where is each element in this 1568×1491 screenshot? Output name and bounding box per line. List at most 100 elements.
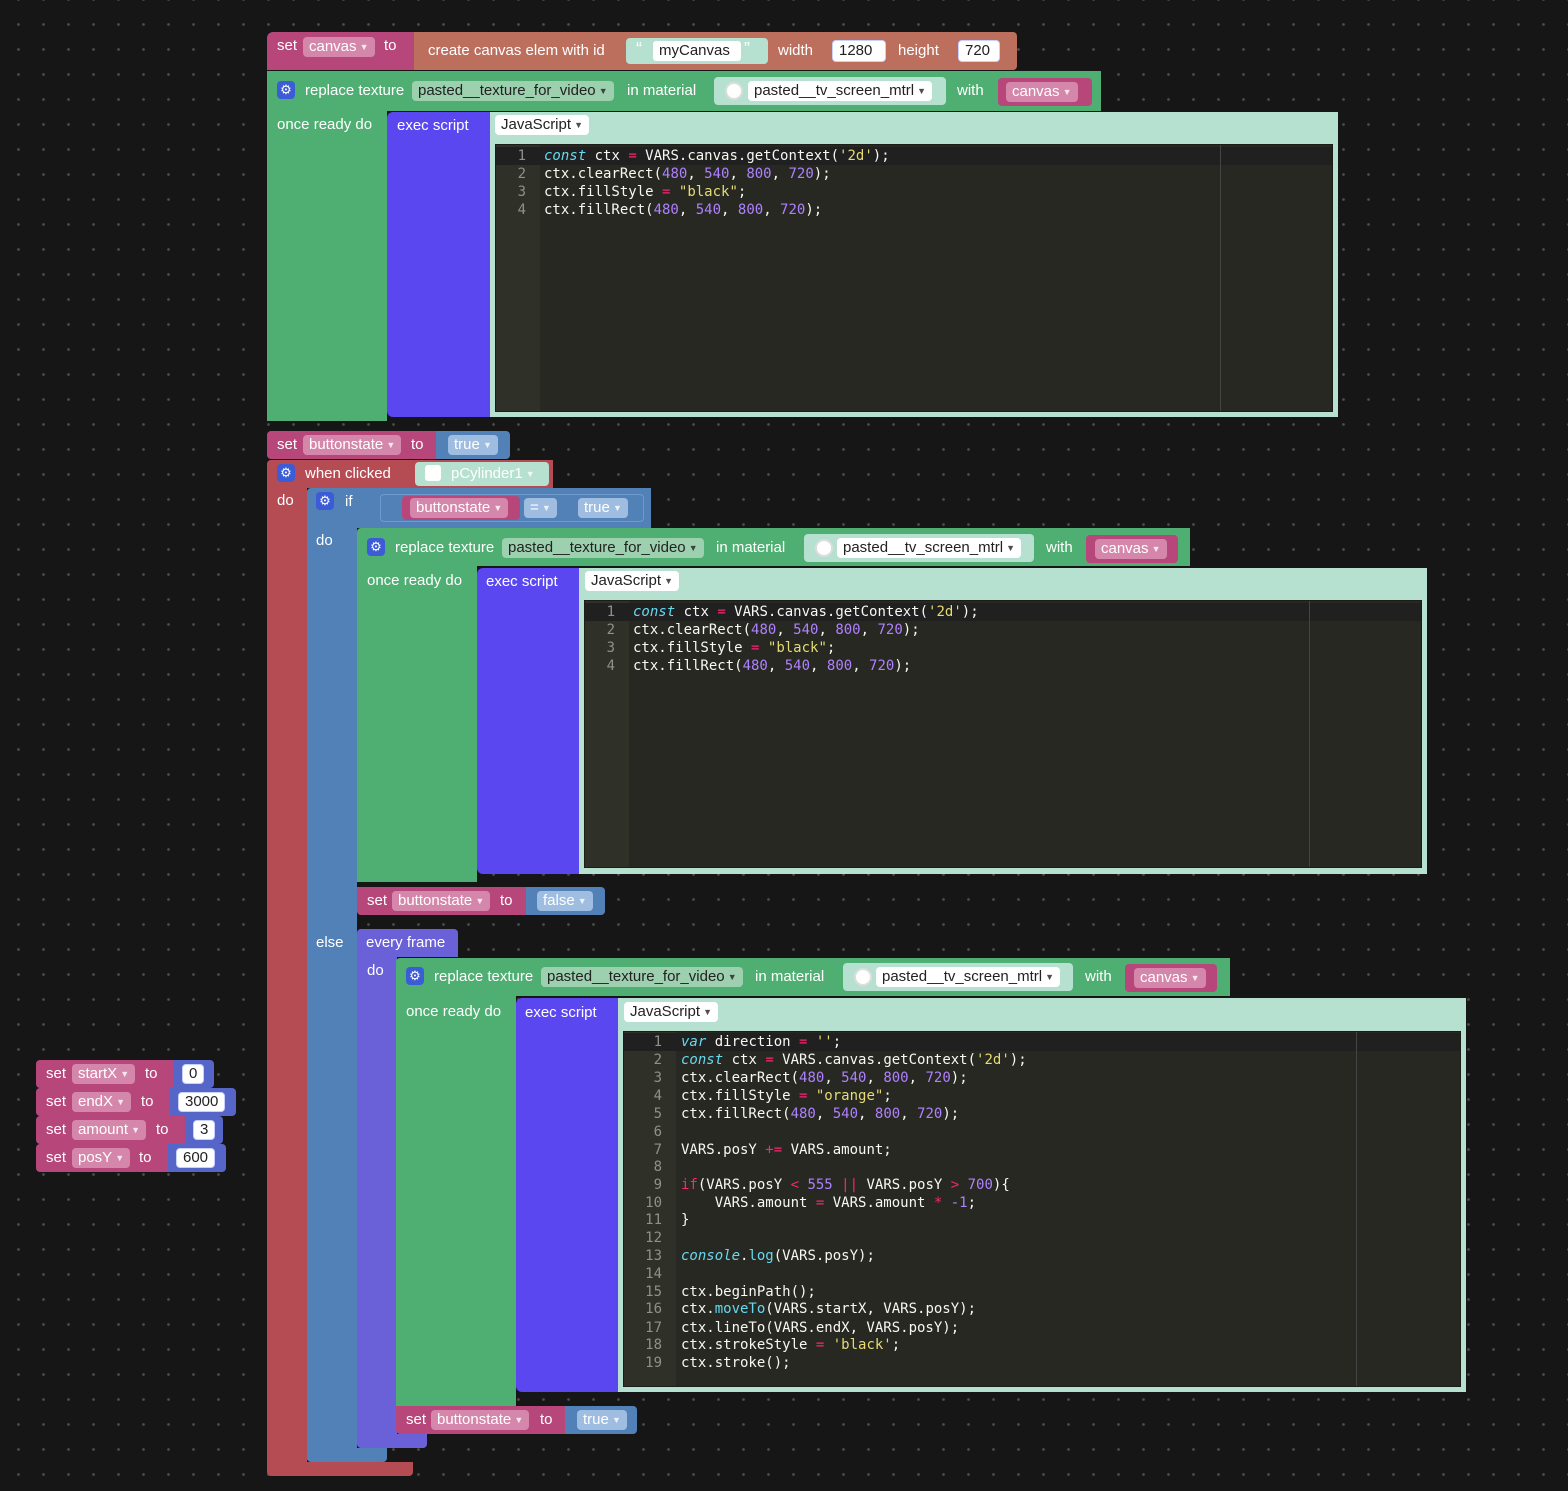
open-quote-icon: “: [636, 39, 642, 59]
canvas-arg-dropdown[interactable]: canvas ▼: [1006, 82, 1078, 102]
code-line[interactable]: ctx.strokeStyle = 'black';: [681, 1336, 900, 1354]
gear-icon[interactable]: ⚙: [406, 967, 424, 985]
to-label: to: [139, 1149, 152, 1166]
language-dropdown[interactable]: JavaScript ▼: [495, 115, 590, 135]
to-label: to: [411, 436, 424, 453]
material-label: pasted__tv_screen_mtrl: [754, 82, 915, 99]
chevron-down-icon: ▼: [727, 972, 737, 982]
buttonstate-dropdown[interactable]: buttonstate ▼: [303, 435, 402, 455]
code-line[interactable]: const ctx = VARS.canvas.getContext('2d')…: [544, 147, 890, 165]
texture-dropdown[interactable]: pasted__texture_for_video ▼: [412, 81, 614, 101]
code-line[interactable]: ctx.clearRect(480, 540, 800, 720);: [681, 1069, 968, 1087]
buttonstate-dropdown[interactable]: buttonstate ▼: [431, 1410, 530, 1430]
exec-script-block-3[interactable]: [516, 998, 626, 1392]
set-label: set: [277, 37, 298, 54]
gear-icon[interactable]: ⚙: [367, 538, 385, 556]
code-line[interactable]: }: [681, 1211, 689, 1229]
material-dropdown[interactable]: pasted__tv_screen_mtrl ▼: [876, 967, 1061, 987]
chevron-down-icon: ▼: [131, 1125, 141, 1135]
do-label: do: [277, 492, 294, 509]
material-dropdown[interactable]: pasted__tv_screen_mtrl ▼: [748, 81, 933, 101]
bool-dropdown[interactable]: true ▼: [577, 1410, 627, 1430]
if-label: if: [345, 493, 353, 510]
every-frame-footer: [357, 1434, 427, 1448]
code-line[interactable]: const ctx = VARS.canvas.getContext('2d')…: [681, 1051, 1027, 1069]
code-line[interactable]: ctx.fillRect(480, 540, 800, 720);: [633, 657, 911, 675]
code-line[interactable]: console.log(VARS.posY);: [681, 1247, 875, 1265]
compare-val-dropdown[interactable]: true ▼: [578, 498, 628, 518]
code-line[interactable]: ctx.stroke();: [681, 1354, 791, 1372]
code-line[interactable]: VARS.amount = VARS.amount * -1;: [681, 1194, 976, 1212]
chevron-down-icon: ▼: [541, 503, 551, 513]
code-line[interactable]: ctx.fillStyle = "black";: [633, 639, 835, 657]
exec-script-block-2[interactable]: [477, 568, 587, 874]
number-value[interactable]: 3: [193, 1120, 216, 1140]
every-frame-do-label: do: [367, 962, 384, 979]
line-number: 19: [645, 1355, 662, 1371]
bool-dropdown[interactable]: false ▼: [537, 891, 593, 911]
canvas-arg-dropdown[interactable]: canvas ▼: [1134, 968, 1206, 988]
gear-icon[interactable]: ⚙: [277, 81, 295, 99]
code-line[interactable]: ctx.clearRect(480, 540, 800, 720);: [633, 621, 920, 639]
exec-script-block-1[interactable]: [387, 112, 497, 417]
code-line[interactable]: ctx.fillStyle = "orange";: [681, 1087, 892, 1105]
texture-dropdown[interactable]: pasted__texture_for_video ▼: [502, 538, 704, 558]
code-line[interactable]: ctx.moveTo(VARS.startX, VARS.posY);: [681, 1300, 976, 1318]
height-number[interactable]: 720: [958, 40, 1000, 62]
code-line[interactable]: if(VARS.posY < 555 || VARS.posY > 700){: [681, 1176, 1010, 1194]
width-number[interactable]: 1280: [832, 40, 886, 62]
language-dropdown[interactable]: JavaScript ▼: [624, 1002, 719, 1022]
number-value[interactable]: 0: [182, 1064, 205, 1084]
code-editor-3[interactable]: 1 2 3 4 5 6 7 8 9 10 11 12 13 14 15 16 17 18 19 var direct…: [623, 1031, 1461, 1387]
object-dropdown[interactable]: pCylinder1 ▼: [445, 464, 541, 484]
bool-dropdown[interactable]: true ▼: [448, 435, 498, 455]
buttonstate-dropdown[interactable]: buttonstate ▼: [392, 891, 491, 911]
code-line[interactable]: ctx.fillStyle = "black";: [544, 183, 746, 201]
chevron-down-icon: ▼: [1151, 544, 1161, 554]
code-line[interactable]: const ctx = VARS.canvas.getContext('2d')…: [633, 603, 979, 621]
operator-dropdown[interactable]: = ▼: [524, 498, 557, 518]
language-dropdown[interactable]: JavaScript ▼: [585, 571, 680, 591]
replace-texture-label: replace texture: [305, 82, 405, 99]
line-number: 13: [645, 1248, 662, 1264]
texture-dropdown[interactable]: pasted__texture_for_video ▼: [541, 967, 743, 987]
gear-icon[interactable]: ⚙: [316, 492, 334, 510]
code-line[interactable]: ctx.lineTo(VARS.endX, VARS.posY);: [681, 1319, 959, 1337]
line-number: 9: [653, 1177, 662, 1193]
canvas-var-dropdown[interactable]: canvas ▼: [303, 37, 375, 57]
code-line[interactable]: ctx.fillRect(480, 540, 800, 720);: [681, 1105, 959, 1123]
exec-script-label: exec script: [525, 1004, 597, 1021]
number-value[interactable]: 600: [176, 1148, 216, 1168]
when-clicked-label: when clicked: [305, 465, 391, 482]
code-line[interactable]: var direction = '';: [681, 1033, 841, 1051]
var-name-dropdown[interactable]: startX ▼: [72, 1064, 136, 1084]
when-clicked-body: [267, 488, 307, 1468]
var-name-dropdown[interactable]: endX ▼: [72, 1092, 132, 1112]
line-number: 1: [653, 1034, 662, 1050]
code-line[interactable]: VARS.posY += VARS.amount;: [681, 1141, 892, 1159]
gear-icon[interactable]: ⚙: [277, 464, 295, 482]
chevron-down-icon: ▼: [514, 1415, 524, 1425]
var-name-dropdown[interactable]: amount ▼: [72, 1120, 147, 1140]
to-label: to: [156, 1121, 169, 1138]
code-editor-2[interactable]: 1 2 3 4 const ctx = VARS.canvas.getConte…: [584, 600, 1422, 868]
chevron-down-icon: ▼: [577, 896, 587, 906]
code-line[interactable]: ctx.clearRect(480, 540, 800, 720);: [544, 165, 831, 183]
var-name-label: amount: [78, 1121, 129, 1138]
line-number: 4: [653, 1088, 662, 1104]
buttonstate-label: buttonstate: [398, 892, 473, 909]
line-number: 5: [653, 1106, 662, 1122]
code-editor-1[interactable]: 1 2 3 4 const ctx = VARS.canvas.getConte…: [495, 144, 1333, 412]
var-name-dropdown[interactable]: posY ▼: [72, 1148, 131, 1168]
material-dropdown[interactable]: pasted__tv_screen_mtrl ▼: [837, 538, 1022, 558]
chevron-down-icon: ▼: [612, 503, 622, 513]
code-line[interactable]: ctx.fillRect(480, 540, 800, 720);: [544, 201, 822, 219]
compare-var-dropdown[interactable]: buttonstate ▼: [410, 498, 509, 518]
code-line[interactable]: ctx.beginPath();: [681, 1283, 816, 1301]
every-frame-label: every frame: [366, 934, 446, 951]
canvas-arg-dropdown[interactable]: canvas ▼: [1095, 539, 1167, 559]
id-value[interactable]: myCanvas: [653, 41, 741, 61]
exec-script-label: exec script: [486, 573, 558, 590]
number-value[interactable]: 3000: [178, 1092, 226, 1112]
line-number: 3: [606, 640, 615, 656]
